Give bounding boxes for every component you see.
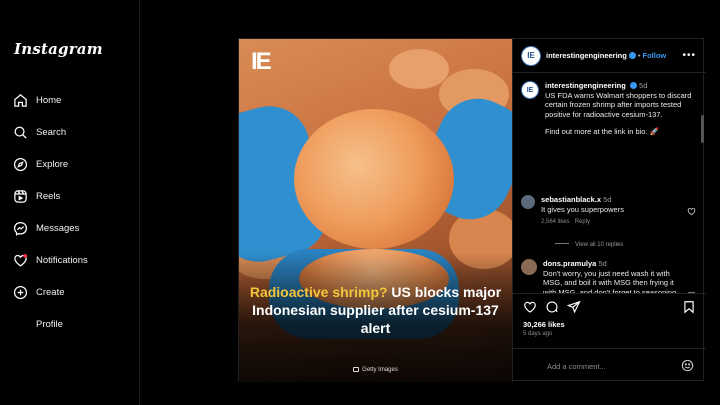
shrimp-blob [389,49,449,89]
avatar-icon [12,316,28,332]
comment-time: 5d [603,195,612,204]
comment-item: dons.pramulya 5d Don't worry, you just n… [521,259,696,293]
comments-list: IE interestingengineering 5d US FDA warn… [513,73,706,293]
credit-text: Getty Images [362,367,398,373]
sidebar-item-label: Explore [36,158,69,170]
verified-badge-icon [628,52,636,59]
separator-dot: • [637,51,641,60]
post-timestamp: 5 days ago [523,331,553,337]
comments-scrollbar[interactable] [701,115,704,143]
follow-button[interactable]: Follow [643,51,667,60]
like-heart-icon[interactable] [523,300,537,314]
caption: IE interestingengineering 5d US FDA warn… [521,81,696,137]
sidebar: Instagram Home Search Explore Reels Mess… [0,0,140,405]
comment-text: It gives you superpowers [541,204,624,214]
sidebar-item-home[interactable]: Home [12,84,88,116]
comment-icon[interactable] [545,300,559,314]
sidebar-item-messages[interactable]: Messages [12,212,88,244]
author-avatar[interactable]: IE [521,45,541,66]
comment-meta: 2,564 likes Reply [541,218,681,228]
post-modal: IE Radioactive shrimp? US blocks major I… [238,38,706,382]
reels-icon [12,188,28,204]
sidebar-item-notifications[interactable]: Notifications [12,244,88,276]
caption-text: US FDA warns Walmart shoppers to discard… [545,90,692,119]
comment-text: Don't worry, you just need wash it with … [543,268,677,294]
sidebar-item-label: Profile [36,318,63,330]
caption-username[interactable]: interestingengineering [545,81,626,90]
sidebar-item-search[interactable]: Search [12,116,88,148]
ie-logo: IE [251,48,272,75]
headline-highlight: Radioactive shrimp? [249,284,388,300]
image-headline: Radioactive shrimp? US blocks major Indo… [249,283,502,337]
messenger-icon [12,220,28,236]
author-username[interactable]: interestingengineering [546,51,627,60]
sidebar-item-profile[interactable]: Profile [12,308,88,340]
caption-avatar[interactable]: IE [521,81,539,99]
sidebar-item-label: Messages [36,222,80,234]
view-replies-link[interactable]: View all 10 replies [555,242,623,248]
verified-badge-icon [629,82,637,89]
sidebar-item-reels[interactable]: Reels [12,180,88,212]
emoji-icon[interactable] [681,359,694,372]
sidebar-item-label: Search [36,126,67,138]
sidebar-item-label: Create [36,286,65,298]
caption-time: 5d [639,81,648,90]
comment-body: dons.pramulya 5d Don't worry, you just n… [543,259,681,293]
heart-icon [12,252,28,268]
sidebar-nav: Home Search Explore Reels Messages Notif… [12,84,88,340]
comment-time: 5d [598,259,607,268]
add-comment-bar [513,348,706,382]
more-options-icon[interactable]: ••• [682,50,696,61]
camera-icon [353,367,360,372]
add-comment-input[interactable] [547,359,677,373]
caption-text-link: Find out more at the link in bio. 🚀 [545,127,659,136]
shrimp-pile [294,109,454,249]
comment-username[interactable]: sebastianblack.x [541,195,601,204]
comment-like-heart-icon[interactable] [687,207,696,216]
comment-likes[interactable]: 2,564 likes [541,219,570,225]
home-icon [12,92,28,108]
post-image[interactable]: IE Radioactive shrimp? US blocks major I… [239,39,512,382]
sidebar-item-label: Home [36,94,62,106]
share-icon[interactable] [567,300,581,314]
search-icon [12,124,28,140]
plus-square-icon [12,284,28,300]
commenter-avatar[interactable] [521,195,535,209]
compass-icon [12,156,28,172]
post-header: IE interestingengineering • Follow ••• [513,39,706,73]
sidebar-item-label: Reels [36,190,61,202]
image-credit: Getty Images [239,367,512,373]
bookmark-icon[interactable] [682,300,696,314]
likes-count[interactable]: 30,266 likes [523,320,565,329]
comment-body: sebastianblack.x 5d It gives you superpo… [541,195,681,228]
comment-username[interactable]: dons.pramulya [543,259,596,268]
sidebar-item-create[interactable]: Create [12,276,88,308]
sidebar-item-label: Notifications [36,254,88,266]
instagram-logo[interactable]: Instagram [14,40,103,58]
comment-item: sebastianblack.x 5d It gives you superpo… [521,195,696,228]
commenter-avatar[interactable] [521,259,537,275]
caption-body: interestingengineering 5d US FDA warns W… [545,81,695,137]
post-details-panel: IE interestingengineering • Follow ••• I… [512,39,706,382]
sidebar-item-explore[interactable]: Explore [12,148,88,180]
reply-button[interactable]: Reply [575,219,590,225]
post-actions: 30,266 likes 5 days ago [513,293,706,353]
